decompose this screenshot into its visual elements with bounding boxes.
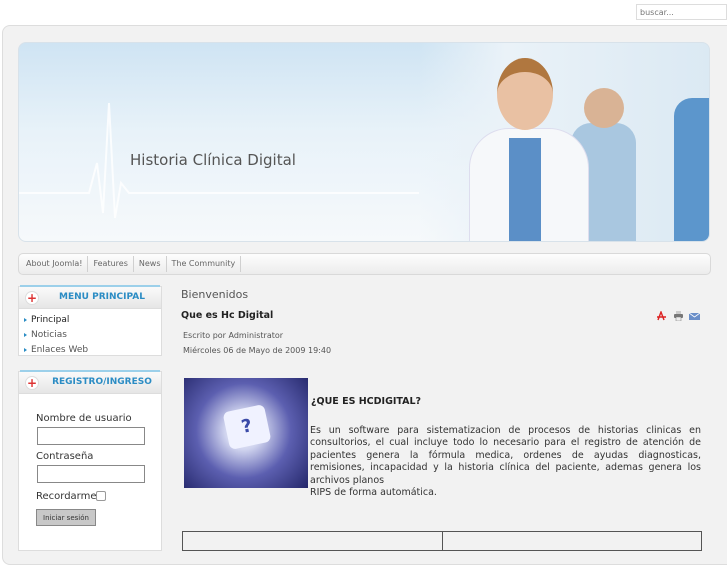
- article-author: Escrito por Administrator: [183, 331, 284, 340]
- search-input[interactable]: [636, 4, 727, 20]
- content-table: [182, 531, 702, 551]
- menu-principal-module: + MENU PRINCIPAL Principal Noticias Enlac…: [18, 286, 162, 356]
- remember-label: Recordarme: [36, 491, 97, 502]
- section-heading: Bienvenidos: [181, 288, 249, 301]
- question-mark-icon: ?: [222, 404, 272, 450]
- nav-community[interactable]: The Community: [167, 256, 242, 272]
- username-input[interactable]: [37, 427, 145, 445]
- header-banner: Historia Clínica Digital: [18, 42, 710, 242]
- nav-news[interactable]: News: [134, 256, 167, 272]
- site-title: Historia Clínica Digital: [130, 151, 296, 169]
- menu-item-enlaces-web[interactable]: Enlaces Web: [19, 343, 161, 358]
- login-button[interactable]: Iniciar sesión: [36, 509, 96, 526]
- module-title: REGISTRO/INGRESO: [52, 377, 152, 387]
- print-icon[interactable]: [673, 311, 684, 321]
- doctor-photo: [419, 43, 709, 241]
- keyboard-help-key-image: ?: [184, 378, 308, 488]
- pdf-icon[interactable]: [656, 311, 667, 321]
- top-bar: [0, 0, 727, 24]
- login-module: + REGISTRO/INGRESO Nombre de usuario Cont…: [18, 371, 162, 551]
- plus-icon[interactable]: +: [25, 376, 39, 390]
- article-subtitle: ¿QUE ES HCDIGITAL?: [311, 396, 422, 407]
- article-body: Es un software para sistematizacion de p…: [310, 425, 701, 499]
- email-icon[interactable]: [689, 311, 700, 321]
- menu-item-principal[interactable]: Principal: [19, 313, 161, 328]
- article-paragraph: Es un software para sistematizacion de p…: [310, 425, 701, 486]
- nav-features[interactable]: Features: [88, 256, 134, 272]
- username-label: Nombre de usuario: [36, 413, 132, 424]
- password-label: Contraseña: [36, 451, 94, 462]
- remember-checkbox[interactable]: [96, 491, 106, 501]
- module-title: MENU PRINCIPAL: [59, 292, 145, 302]
- article-date: Miércoles 06 de Mayo de 2009 19:40: [183, 346, 332, 355]
- password-input[interactable]: [37, 465, 145, 483]
- top-nav: About Joomla! Features News The Communit…: [18, 253, 711, 275]
- nav-about-joomla[interactable]: About Joomla!: [21, 256, 89, 272]
- menu-item-noticias[interactable]: Noticias: [19, 328, 161, 343]
- plus-icon[interactable]: +: [25, 291, 39, 305]
- article-title: Que es Hc Digital: [181, 310, 274, 321]
- ecg-line-graphic: [19, 102, 419, 219]
- article-paragraph-2: RIPS de forma automática.: [310, 487, 437, 499]
